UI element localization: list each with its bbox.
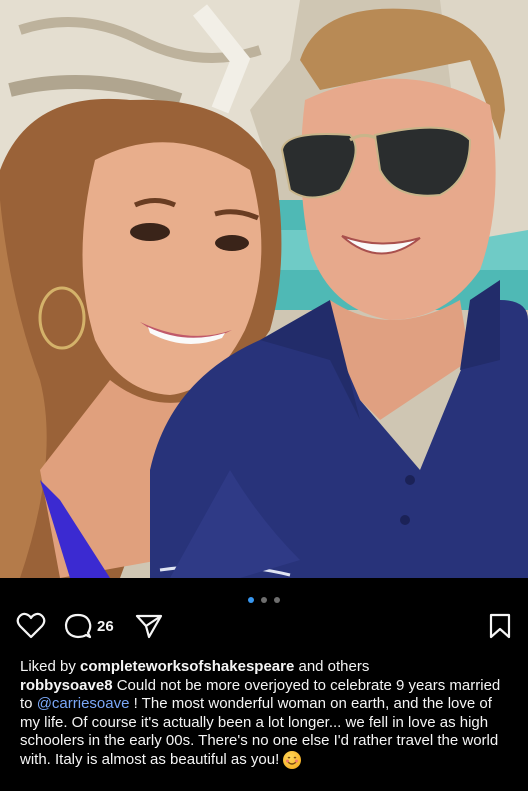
post-action-bar: 26 xyxy=(16,612,512,644)
carousel-dot[interactable] xyxy=(274,596,281,603)
caption-text: robbysoave8 Could not be more overjoyed … xyxy=(20,677,514,770)
comment-count: 26 xyxy=(97,617,114,635)
caption-mention[interactable]: @carriesoave xyxy=(37,695,130,712)
comment-icon xyxy=(64,613,92,639)
post-caption: Liked by completeworksofshakespeare and … xyxy=(20,658,514,769)
comment-button[interactable]: 26 xyxy=(64,612,114,640)
like-button[interactable] xyxy=(16,612,46,640)
heart-icon xyxy=(16,612,46,639)
likes-line: Liked by completeworksofshakespeare and … xyxy=(20,658,514,677)
smiling-face-emoji-icon xyxy=(283,750,302,769)
bookmark-icon xyxy=(489,613,511,639)
selfie-photo-illustration xyxy=(0,0,528,578)
likes-prefix: Liked by xyxy=(20,658,81,675)
carousel-dot[interactable] xyxy=(261,596,267,603)
likes-suffix[interactable]: and others xyxy=(294,658,369,675)
post-photo[interactable] xyxy=(0,0,528,578)
carousel-pagination xyxy=(0,591,528,603)
carousel-dot-active[interactable] xyxy=(247,596,254,603)
liked-by-username[interactable]: completeworksofshakespeare xyxy=(80,658,294,675)
caption-username[interactable]: robbysoave8 xyxy=(20,677,113,694)
save-button[interactable] xyxy=(488,612,512,640)
share-button[interactable] xyxy=(134,612,164,640)
send-icon xyxy=(135,614,163,639)
